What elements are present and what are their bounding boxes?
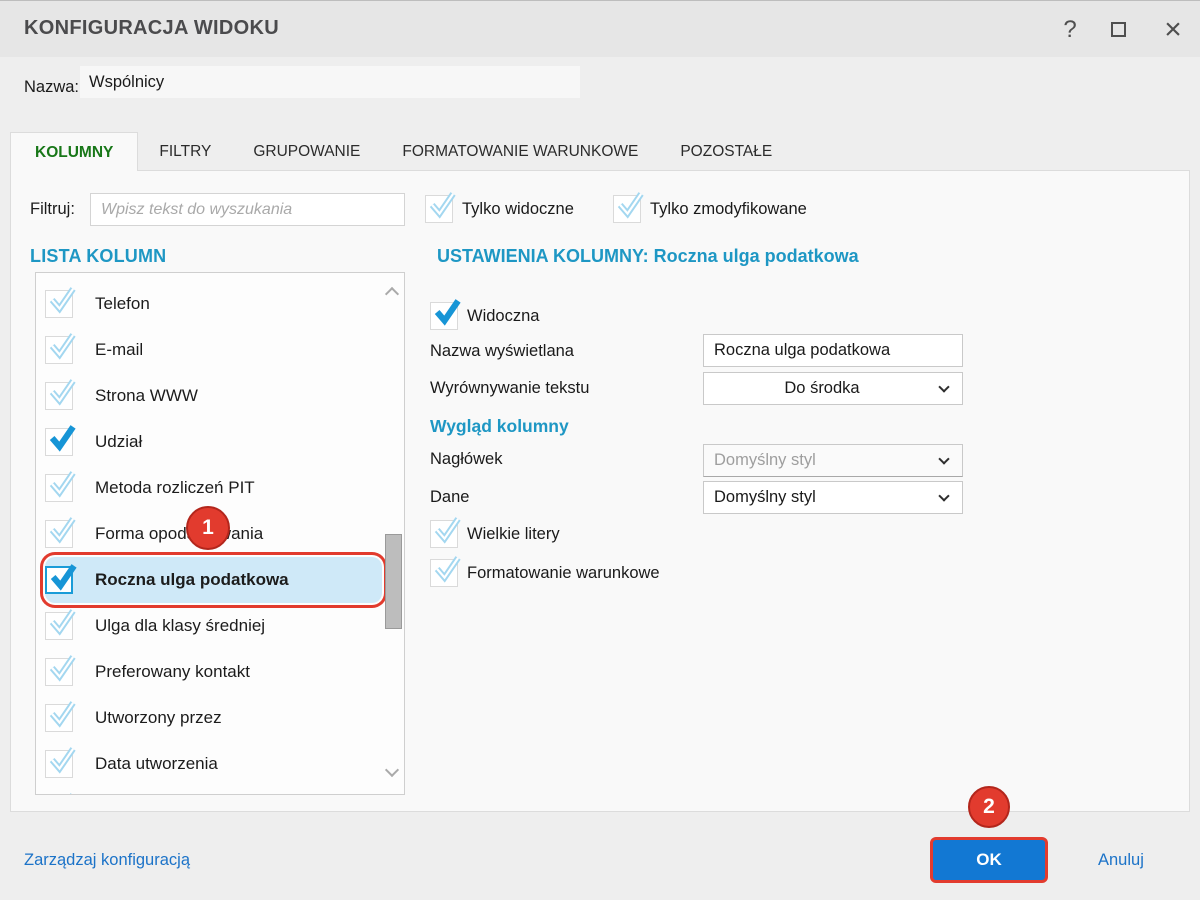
- display-name-label: Nazwa wyświetlana: [430, 342, 574, 360]
- name-input[interactable]: [80, 66, 580, 98]
- list-item-label: Udział: [95, 432, 143, 451]
- conditional-formatting-checkbox[interactable]: Formatowanie warunkowe: [430, 556, 660, 587]
- filter-input[interactable]: [90, 193, 405, 226]
- uppercase-checkbox[interactable]: Wielkie litery: [430, 517, 560, 548]
- column-list-heading: LISTA KOLUMN: [30, 246, 167, 266]
- title-bar: KONFIGURACJA WIDOKU ? ×: [0, 0, 1200, 57]
- display-name-input[interactable]: [703, 334, 963, 367]
- visible-checkbox[interactable]: Widoczna: [430, 299, 540, 330]
- list-item[interactable]: Utworzony przez: [45, 695, 380, 741]
- help-icon[interactable]: ?: [1048, 1, 1092, 58]
- tab-pozosta-e[interactable]: POZOSTAŁE: [659, 133, 793, 171]
- uppercase-label: Wielkie litery: [467, 524, 560, 543]
- only-modified-label: Tylko zmodyfikowane: [650, 199, 807, 218]
- list-item[interactable]: [45, 787, 380, 794]
- check-icon[interactable]: [45, 609, 76, 640]
- annotation-step-2-badge: 2: [968, 786, 1010, 828]
- tab-grupowanie[interactable]: GRUPOWANIE: [232, 133, 381, 171]
- check-icon[interactable]: [45, 655, 76, 686]
- data-style-value: Domyślny styl: [714, 488, 816, 506]
- check-icon[interactable]: [45, 517, 76, 548]
- list-item-label: Roczna ulga podatkowa: [95, 570, 289, 589]
- header-style-value: Domyślny styl: [714, 451, 816, 469]
- header-style-label: Nagłówek: [430, 450, 503, 468]
- close-icon[interactable]: ×: [1151, 1, 1195, 58]
- check-icon[interactable]: [430, 299, 461, 330]
- list-item[interactable]: E-mail: [45, 327, 380, 373]
- list-item[interactable]: Preferowany kontakt: [45, 649, 380, 695]
- list-item-label: Metoda rozliczeń PIT: [95, 478, 255, 497]
- check-icon[interactable]: [430, 517, 461, 548]
- check-icon[interactable]: [613, 192, 644, 223]
- list-item-label: Ulga dla klasy średniej: [95, 616, 266, 635]
- tab-kolumny[interactable]: KOLUMNY: [10, 132, 139, 171]
- data-style-select[interactable]: Domyślny styl: [703, 481, 963, 514]
- name-label: Nazwa:: [24, 78, 80, 96]
- text-align-value: Do środka: [784, 379, 860, 397]
- check-icon[interactable]: [45, 287, 76, 318]
- header-style-select[interactable]: Domyślny styl: [703, 444, 963, 477]
- list-item[interactable]: Strona WWW: [45, 373, 380, 419]
- maximize-icon[interactable]: [1096, 1, 1140, 58]
- ok-button[interactable]: OK: [933, 840, 1045, 880]
- scrollbar-thumb[interactable]: [385, 534, 402, 629]
- filter-label: Filtruj:: [30, 200, 75, 218]
- cancel-link[interactable]: Anuluj: [1098, 851, 1144, 870]
- tab-bar: KOLUMNY FILTRY GRUPOWANIE FORMATOWANIE WARU…: [10, 132, 793, 171]
- only-visible-checkbox[interactable]: Tylko widoczne: [425, 192, 574, 223]
- list-item-label: Data utworzenia: [95, 754, 218, 773]
- annotation-step-1-badge: 1: [186, 506, 230, 550]
- only-modified-checkbox[interactable]: Tylko zmodyfikowane: [613, 192, 807, 223]
- check-icon[interactable]: [45, 747, 76, 778]
- chevron-down-icon: [938, 489, 950, 502]
- check-icon[interactable]: [45, 701, 76, 732]
- visible-label: Widoczna: [467, 306, 540, 325]
- text-align-select[interactable]: Do środka: [703, 372, 963, 405]
- tab-filtry[interactable]: FILTRY: [138, 133, 232, 171]
- manage-configuration-link[interactable]: Zarządzaj konfiguracją: [24, 851, 190, 870]
- data-style-label: Dane: [430, 488, 470, 506]
- list-item[interactable]: Roczna ulga podatkowa: [45, 557, 382, 603]
- check-icon[interactable]: [425, 192, 456, 223]
- conditional-formatting-label: Formatowanie warunkowe: [467, 563, 660, 582]
- text-align-label: Wyrównywanie tekstu: [430, 379, 590, 397]
- list-item[interactable]: Udział: [45, 419, 380, 465]
- check-icon[interactable]: [45, 333, 76, 364]
- appearance-heading: Wygląd kolumny: [430, 416, 569, 436]
- check-icon[interactable]: [45, 379, 76, 410]
- list-item-label: Telefon: [95, 294, 150, 313]
- check-icon[interactable]: [45, 564, 77, 594]
- list-item[interactable]: Metoda rozliczeń PIT: [45, 465, 380, 511]
- list-item[interactable]: Data utworzenia: [45, 741, 380, 787]
- list-item-label: Preferowany kontakt: [95, 662, 250, 681]
- dialog-title: KONFIGURACJA WIDOKU: [24, 17, 279, 39]
- scroll-up-icon[interactable]: [384, 286, 400, 302]
- only-visible-label: Tylko widoczne: [462, 199, 574, 218]
- maximize-square: [1110, 22, 1126, 37]
- konfiguracja-widoku-dialog: { "window": { "title": "KONFIGURACJA WID…: [0, 0, 1200, 900]
- list-item-label: E-mail: [95, 340, 144, 359]
- check-icon[interactable]: [45, 471, 76, 502]
- check-icon[interactable]: [45, 425, 76, 456]
- check-icon[interactable]: [430, 556, 461, 587]
- list-item[interactable]: Telefon: [45, 281, 380, 327]
- list-item[interactable]: Ulga dla klasy średniej: [45, 603, 380, 649]
- chevron-down-icon: [938, 380, 950, 393]
- column-settings-heading: USTAWIENIA KOLUMNY: Roczna ulga podatkow…: [437, 246, 859, 266]
- list-item-label: Utworzony przez: [95, 708, 222, 727]
- scroll-down-icon[interactable]: [384, 762, 400, 778]
- list-item-label: Strona WWW: [95, 386, 198, 405]
- list-item-label: Forma opodatkowania: [95, 524, 264, 543]
- tab-formatowanie-warunkowe[interactable]: FORMATOWANIE WARUNKOWE: [381, 133, 659, 171]
- chevron-down-icon: [938, 452, 950, 465]
